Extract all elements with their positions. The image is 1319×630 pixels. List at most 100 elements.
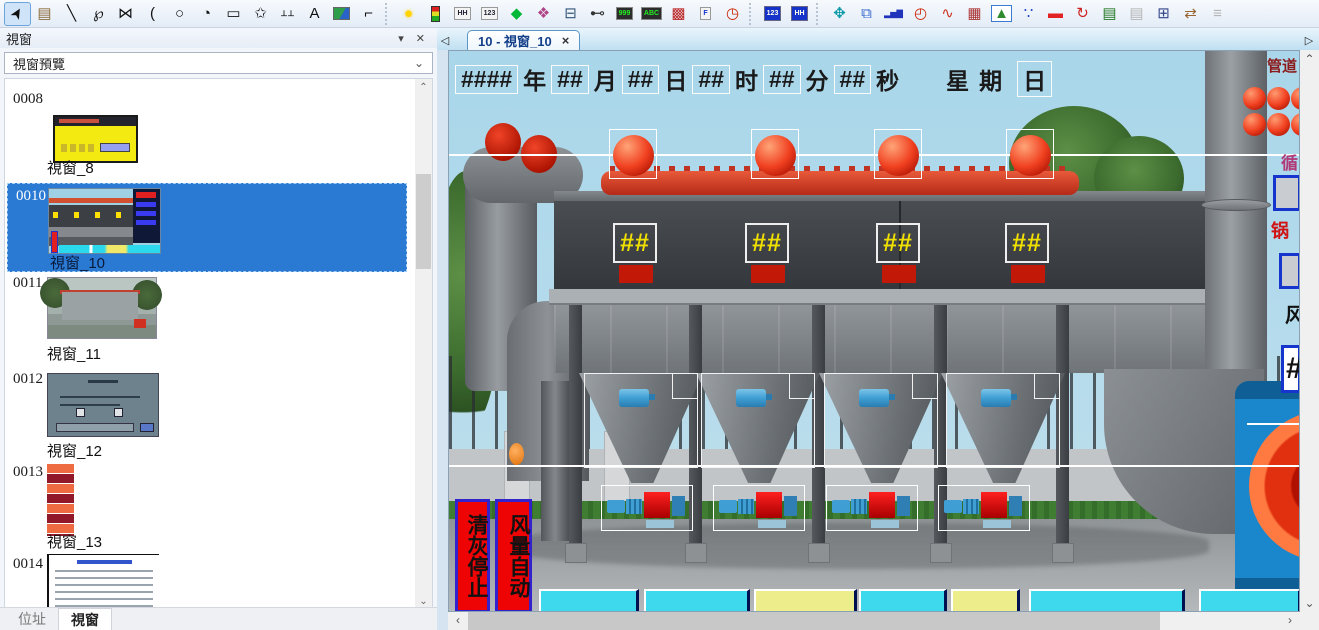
hopper-select-box[interactable]	[701, 373, 815, 468]
bottom-button-4[interactable]	[859, 589, 947, 612]
second-value[interactable]: ##	[834, 65, 872, 94]
bottom-button-6[interactable]	[1029, 589, 1185, 612]
move-icon[interactable]: ✥	[826, 2, 853, 26]
bag-display-2[interactable]: ##	[745, 223, 789, 263]
numeric-input-icon[interactable]: 123	[759, 2, 786, 26]
document-tab[interactable]: 10 - 視窗_10 ×	[467, 30, 580, 50]
sphere-indicator[interactable]	[751, 129, 799, 179]
report-disabled-icon[interactable]: ▤	[1123, 2, 1150, 26]
scroll-up-icon[interactable]: ⌃	[1300, 52, 1319, 66]
function-key-icon[interactable]: F	[692, 2, 719, 26]
rotary-valve-box[interactable]	[826, 485, 918, 531]
scroll-left-icon[interactable]: ‹	[450, 613, 466, 627]
value-tag-icon[interactable]: 123	[476, 2, 503, 26]
lamp-grid-row[interactable]	[1243, 113, 1300, 141]
rectangle-icon[interactable]: ▭	[220, 2, 247, 26]
alarm-bar-icon[interactable]: ▬	[1042, 2, 1069, 26]
tab-window[interactable]: 視窗	[58, 608, 112, 630]
bottom-button-5[interactable]	[951, 589, 1020, 612]
bar-chart-icon[interactable]: ▂▅▇	[880, 2, 907, 26]
lamp-grid-row[interactable]	[1243, 87, 1300, 115]
scroll-right-icon[interactable]: ›	[1282, 613, 1298, 627]
data-transfer-icon[interactable]: ⇄	[1177, 2, 1204, 26]
trend-chart-icon[interactable]: ∿	[934, 2, 961, 26]
bezier-curve-icon[interactable]: ℘	[85, 2, 112, 26]
panel-close-icon[interactable]: ✕	[410, 32, 431, 45]
value-box[interactable]	[1279, 253, 1300, 289]
week-value[interactable]: 日	[1017, 61, 1052, 97]
datetime-display[interactable]: #### 年 ## 月 ## 日 ## 时 ## 分 ## 秒 星期 日	[455, 61, 1052, 97]
scroll-up-icon[interactable]: ⌃	[415, 79, 432, 96]
sidebar-scrollbar[interactable]: ⌃ ⌄	[415, 79, 432, 610]
hour-value[interactable]: ##	[692, 65, 730, 94]
bag-display-3[interactable]: ##	[876, 223, 920, 263]
text-display-icon[interactable]: ABC	[638, 2, 665, 26]
tab-scroll-right-icon[interactable]: ▷	[1301, 34, 1317, 50]
grid-table-icon[interactable]: ▦	[961, 2, 988, 26]
minute-value[interactable]: ##	[763, 65, 801, 94]
day-value[interactable]: ##	[622, 65, 660, 94]
sphere-indicator[interactable]	[874, 129, 922, 179]
time-display-icon[interactable]: HH	[786, 2, 813, 26]
bottom-button-1[interactable]	[539, 589, 639, 612]
edit-object-icon[interactable]: ▤	[31, 2, 58, 26]
sphere-indicator[interactable]	[1006, 129, 1054, 179]
bag-display-1[interactable]: ##	[613, 223, 657, 263]
meter-icon[interactable]: ◴	[907, 2, 934, 26]
history-table-icon[interactable]: ⊞	[1150, 2, 1177, 26]
tab-scroll-left-icon[interactable]: ◁	[437, 34, 453, 50]
year-value[interactable]: ####	[455, 65, 518, 94]
scatter-icon[interactable]: ∵	[1015, 2, 1042, 26]
combo-box-icon[interactable]: ⊟	[557, 2, 584, 26]
panel-collapse-icon[interactable]: ▾	[392, 32, 410, 45]
canvas-hscrollbar[interactable]: ‹ ›	[448, 612, 1300, 630]
key-switch-icon[interactable]: ⊷	[584, 2, 611, 26]
tab-address[interactable]: 位址	[6, 608, 58, 630]
rotate-machine-icon[interactable]: ↻	[1069, 2, 1096, 26]
month-value[interactable]: ##	[551, 65, 589, 94]
star-icon[interactable]: ✩	[247, 2, 274, 26]
text-icon[interactable]: A	[301, 2, 328, 26]
preview-header[interactable]: 視窗預覽 ⌄	[4, 52, 433, 74]
banner-air-auto[interactable]: 风量自动	[495, 499, 532, 612]
report-clock-icon[interactable]: ▤	[1096, 2, 1123, 26]
hopper-select-box[interactable]	[946, 373, 1060, 468]
select-cursor-icon[interactable]: ➤	[4, 2, 31, 26]
rotary-valve-box[interactable]	[938, 485, 1030, 531]
traffic-light-icon[interactable]	[422, 2, 449, 26]
flow-block-icon[interactable]: ⧉	[853, 2, 880, 26]
rotary-valve-box[interactable]	[713, 485, 805, 531]
doc-disabled-icon[interactable]: ≡	[1204, 2, 1231, 26]
touch-trigger-icon[interactable]: ❖	[530, 2, 557, 26]
design-canvas[interactable]: ## ## ## ##	[448, 50, 1300, 612]
bottom-button-2[interactable]	[644, 589, 750, 612]
canvas-vscrollbar[interactable]: ⌃ ⌄	[1300, 50, 1319, 612]
value-box[interactable]	[1273, 175, 1300, 211]
barcode-icon[interactable]: ▩	[665, 2, 692, 26]
bag-display-4[interactable]: ##	[1005, 223, 1049, 263]
arc-icon[interactable]: (	[139, 2, 166, 26]
bottom-button-3[interactable]	[754, 589, 857, 612]
guide-line[interactable]	[1247, 423, 1300, 425]
polyline-icon[interactable]: ⋈	[112, 2, 139, 26]
hopper-select-box[interactable]	[584, 373, 698, 468]
scroll-down-icon[interactable]: ⌄	[1300, 596, 1319, 610]
numeric-display-icon[interactable]: 999	[611, 2, 638, 26]
scale-icon[interactable]: ⊥⊥	[274, 2, 301, 26]
scrollbar-thumb[interactable]	[468, 612, 1160, 630]
freeform-icon[interactable]: ⌐	[355, 2, 382, 26]
bit-button-icon[interactable]: ◆	[503, 2, 530, 26]
ellipse-icon[interactable]: ○	[166, 2, 193, 26]
hopper-select-box[interactable]	[824, 373, 938, 468]
graph-box-icon[interactable]: ▲	[988, 2, 1015, 26]
banner-clean-stop[interactable]: 清灰停止	[455, 499, 490, 612]
scrollbar-thumb[interactable]	[416, 174, 431, 269]
pie-icon[interactable]: ◔	[193, 2, 220, 26]
image-icon[interactable]	[328, 2, 355, 26]
gauge-clock-icon[interactable]: ◷	[719, 2, 746, 26]
tab-close-icon[interactable]: ×	[562, 33, 570, 48]
lamp-icon[interactable]: ●	[395, 2, 422, 26]
list-item-0010-selected[interactable]: 0010 視窗_10	[7, 183, 407, 272]
wind-value-display[interactable]: #	[1281, 345, 1300, 393]
rotary-valve-box[interactable]	[601, 485, 693, 531]
